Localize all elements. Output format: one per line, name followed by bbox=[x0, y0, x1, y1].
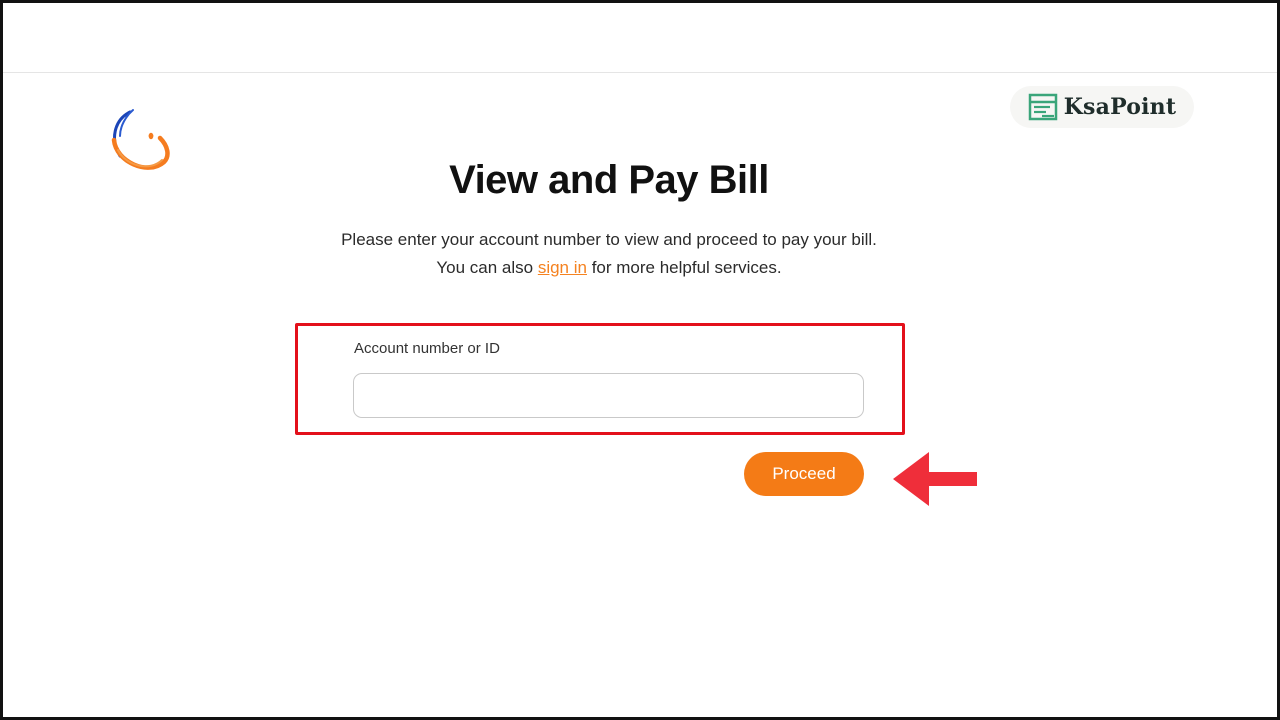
left-arrow-icon bbox=[893, 452, 977, 506]
account-number-input[interactable] bbox=[353, 373, 864, 418]
intro-text: Please enter your account number to view… bbox=[330, 226, 888, 282]
top-header-bar bbox=[3, 3, 1277, 73]
watermark-text: KsaPoint bbox=[1063, 94, 1177, 120]
intro-text-end: for more helpful services. bbox=[586, 258, 782, 277]
sign-in-link[interactable]: sign in bbox=[538, 258, 587, 277]
proceed-button[interactable]: Proceed bbox=[744, 452, 864, 496]
list-document-icon bbox=[1028, 93, 1057, 121]
account-number-label: Account number or ID bbox=[354, 340, 500, 357]
page-title: View and Pay Bill bbox=[449, 158, 769, 202]
ksapoint-watermark: KsaPoint bbox=[1010, 86, 1194, 128]
